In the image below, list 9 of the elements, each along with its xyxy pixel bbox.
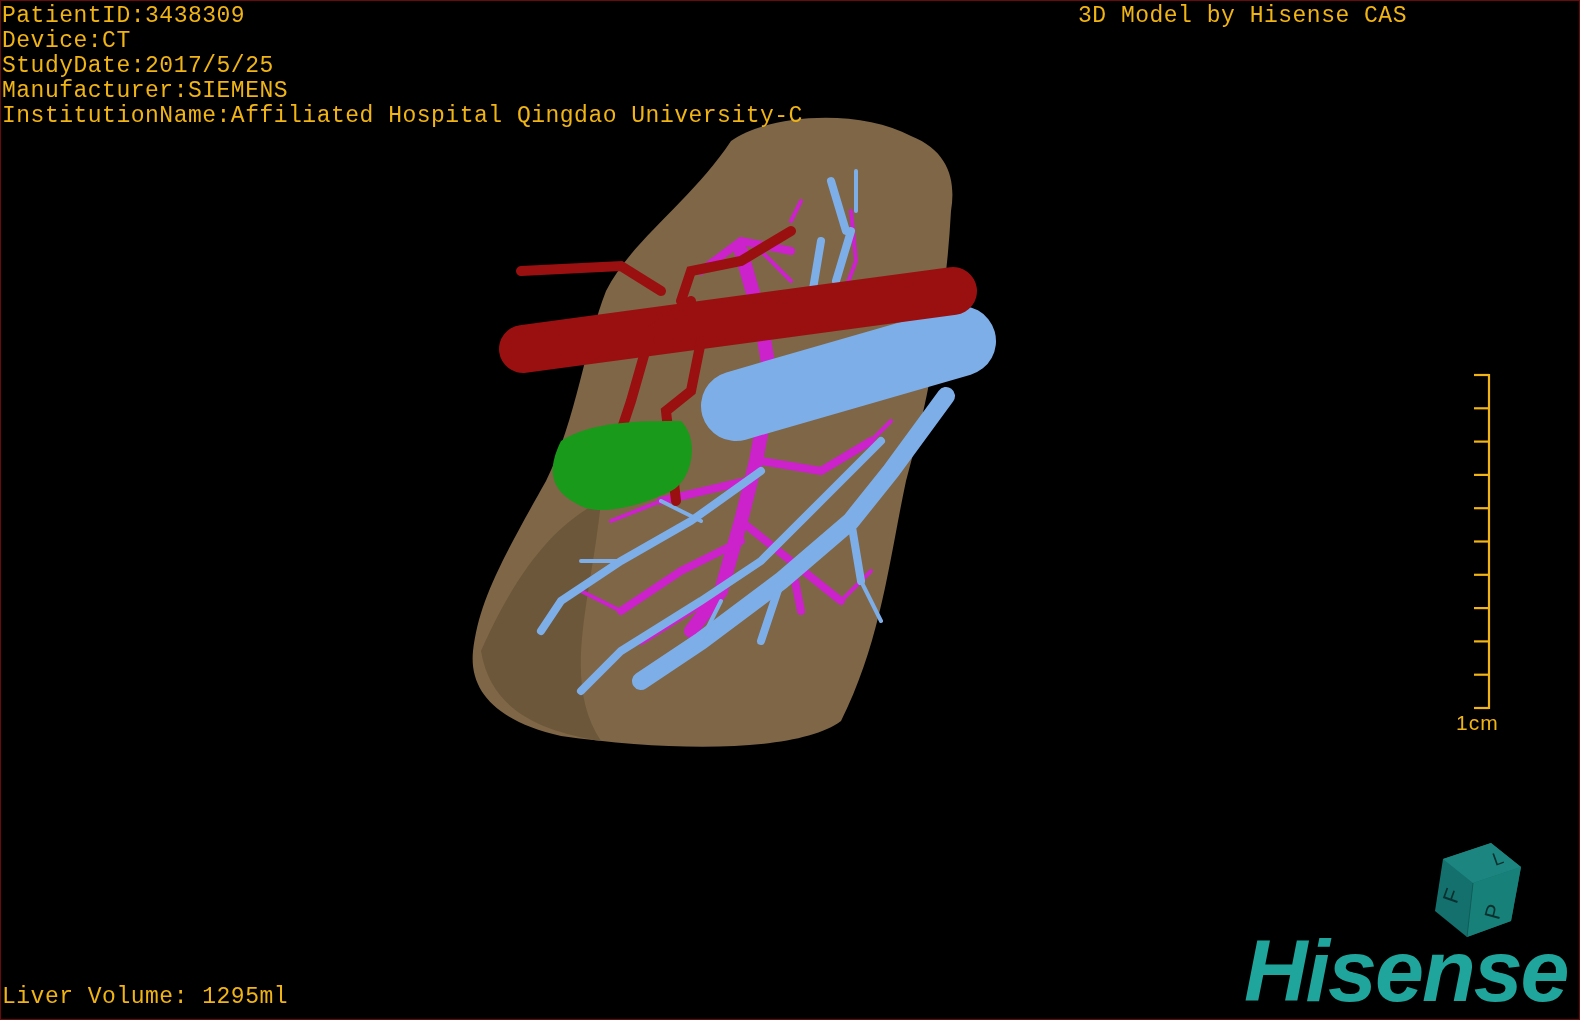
info-line: Manufacturer:SIEMENS (2, 79, 290, 104)
info-line: StudyDate:2017/5/25 (2, 54, 275, 79)
logo-text: Hisense (1244, 926, 1568, 1016)
scale-label: 1cm (1456, 711, 1499, 735)
info-line: Device:CT (2, 29, 132, 54)
info-line: InstitutionName:Affiliated Hospital Qingdao University-C (2, 104, 803, 129)
info-line: PatientID:3438309 (2, 4, 247, 29)
app-title: 3D Model by Hisense CAS (1078, 4, 1407, 29)
liver-volume: Liver Volume: 1295ml (2, 985, 289, 1010)
